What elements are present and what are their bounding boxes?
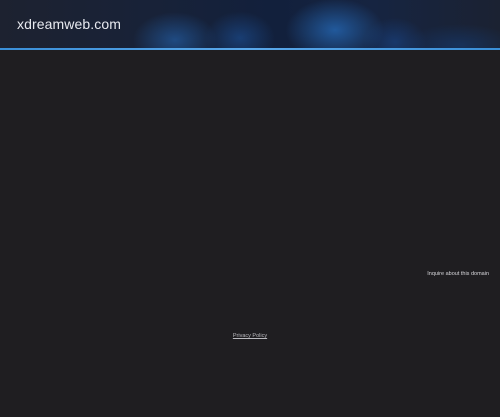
- footer: Privacy Policy: [0, 333, 500, 339]
- parked-domain-page: xdreamweb.com Inquire about this domain …: [0, 0, 500, 417]
- inquire-domain-link[interactable]: Inquire about this domain: [427, 271, 489, 277]
- header-banner: xdreamweb.com: [0, 0, 500, 48]
- privacy-policy-link[interactable]: Privacy Policy: [233, 333, 267, 339]
- header-divider: [0, 48, 500, 50]
- site-title: xdreamweb.com: [17, 16, 122, 32]
